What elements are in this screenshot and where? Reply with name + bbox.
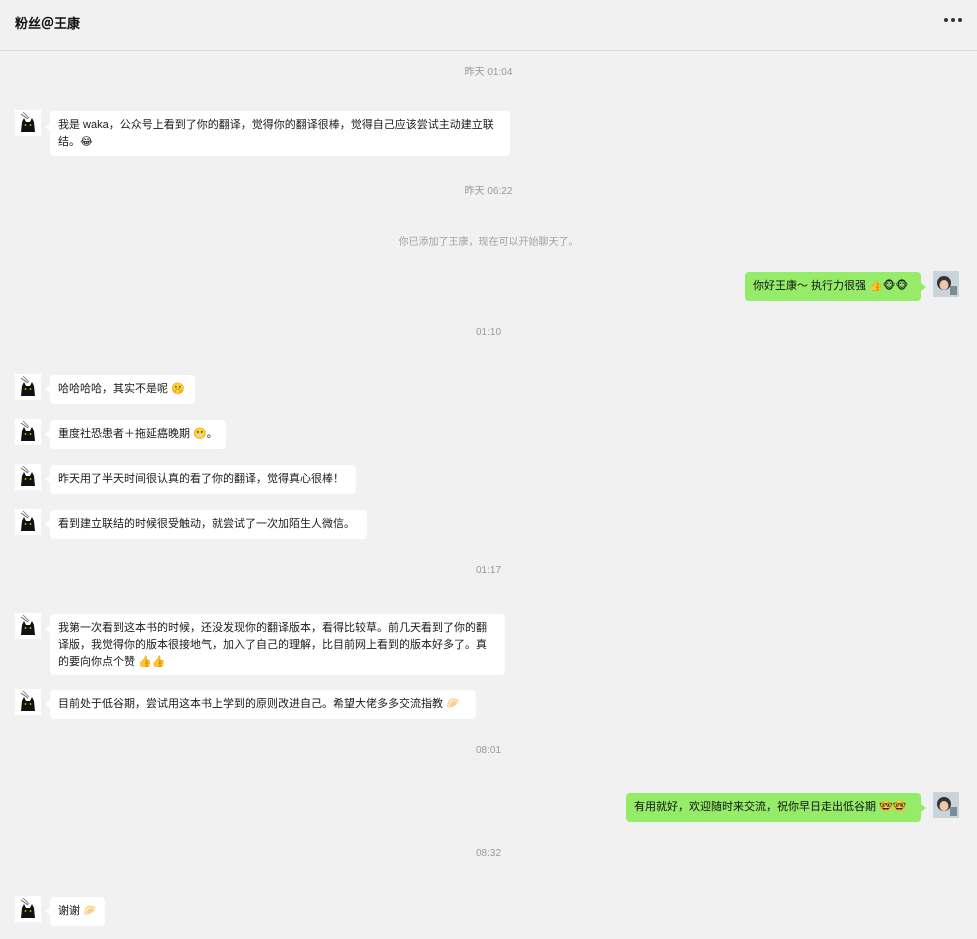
message-bubble-incoming[interactable]: 我是 waka，公众号上看到了你的翻译，觉得你的翻译很棒，觉得自己应该尝试主动建…	[50, 111, 510, 156]
timestamp: 08:01	[475, 745, 502, 756]
message-bubble-incoming[interactable]: 谢谢 🥟	[50, 897, 105, 926]
timestamp: 昨天 06:22	[464, 186, 513, 197]
contact-avatar[interactable]	[15, 374, 41, 400]
message-text: 有用就好，欢迎随时来交流，祝你早日走出低谷期 🤓🤓	[634, 801, 907, 813]
message-bubble-incoming[interactable]: 哈哈哈哈，其实不是呢 🤫	[50, 375, 195, 404]
timestamp: 08:32	[475, 848, 502, 859]
message-text: 昨天用了半天时间很认真的看了你的翻译，觉得真心很棒！	[58, 473, 344, 485]
message-text: 哈哈哈哈，其实不是呢 🤫	[58, 383, 185, 395]
message-bubble-incoming[interactable]: 重度社恐患者＋拖延癌晚期 😬。	[50, 420, 226, 449]
message-text: 你好王康～ 执行力很强 👍🐵🐵	[753, 280, 909, 292]
contact-avatar[interactable]	[15, 419, 41, 445]
my-avatar[interactable]	[933, 792, 959, 818]
contact-avatar[interactable]	[15, 613, 41, 639]
contact-avatar[interactable]	[15, 896, 41, 922]
message-bubble-outgoing[interactable]: 你好王康～ 执行力很强 👍🐵🐵	[745, 272, 921, 301]
message-text: 我第一次看到这本书的时候，还没发现你的翻译版本，看得比较草。前几天看到了你的翻译…	[58, 622, 487, 668]
system-message: 你已添加了王康，现在可以开始聊天了。	[398, 237, 579, 248]
contact-avatar[interactable]	[15, 464, 41, 490]
more-options-icon[interactable]	[938, 10, 968, 30]
contact-avatar[interactable]	[15, 110, 41, 136]
message-bubble-incoming[interactable]: 看到建立联结的时候很受触动，就尝试了一次加陌生人微信。	[50, 510, 367, 539]
bubble-tail	[921, 283, 926, 291]
message-bubble-incoming[interactable]: 目前处于低谷期，尝试用这本书上学到的原则改进自己。希望大佬多多交流指教 🥟	[50, 690, 476, 719]
message-bubble-incoming[interactable]: 我第一次看到这本书的时候，还没发现你的翻译版本，看得比较草。前几天看到了你的翻译…	[50, 614, 505, 675]
message-bubble-outgoing[interactable]: 有用就好，欢迎随时来交流，祝你早日走出低谷期 🤓🤓	[626, 793, 921, 822]
my-avatar[interactable]	[933, 271, 959, 297]
message-list[interactable]: 昨天 01:04 我是 waka，公众号上看到了你的翻译，觉得你的翻译很棒，觉得…	[0, 51, 977, 939]
message-text: 谢谢 🥟	[58, 905, 97, 917]
message-text: 看到建立联结的时候很受触动，就尝试了一次加陌生人微信。	[58, 518, 355, 530]
timestamp: 昨天 01:04	[464, 67, 513, 78]
bubble-tail	[921, 804, 926, 812]
message-text: 重度社恐患者＋拖延癌晚期 😬。	[58, 428, 218, 440]
chat-title: 粉丝＠王康	[15, 16, 81, 31]
contact-avatar[interactable]	[15, 689, 41, 715]
message-text: 我是 waka，公众号上看到了你的翻译，觉得你的翻译很棒，觉得自己应该尝试主动建…	[58, 119, 494, 148]
contact-avatar[interactable]	[15, 509, 41, 535]
message-bubble-incoming[interactable]: 昨天用了半天时间很认真的看了你的翻译，觉得真心很棒！	[50, 465, 356, 494]
message-text: 目前处于低谷期，尝试用这本书上学到的原则改进自己。希望大佬多多交流指教 🥟	[58, 698, 460, 710]
chat-header: 粉丝＠王康	[0, 0, 977, 51]
timestamp: 01:10	[475, 327, 502, 338]
timestamp: 01:17	[475, 565, 502, 576]
